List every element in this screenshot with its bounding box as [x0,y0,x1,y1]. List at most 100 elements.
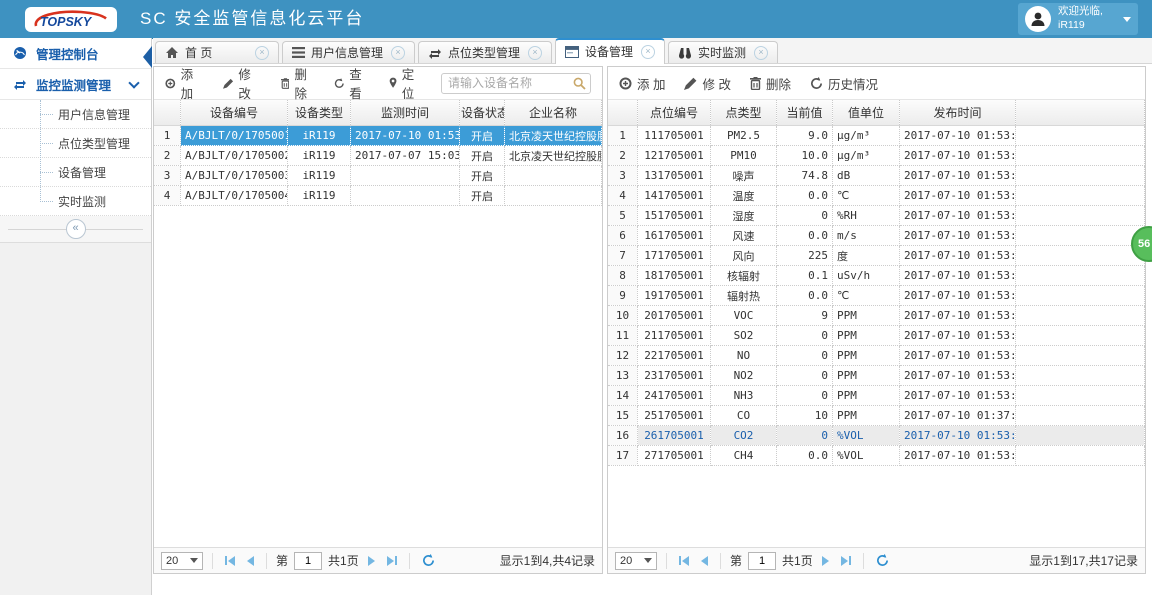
cell[interactable]: PPM [832,305,900,326]
cell[interactable]: 0 [776,345,833,366]
row-number[interactable]: 10 [608,305,638,326]
edit-button[interactable]: 修 改 [684,74,731,93]
cell[interactable]: 0 [776,365,833,386]
cell[interactable]: 74.8 [776,165,833,186]
cell[interactable]: PM10 [710,145,777,166]
cell[interactable]: 191705001 [637,285,711,306]
cell[interactable]: 9 [776,305,833,326]
row-number[interactable]: 3 [608,165,638,186]
cell[interactable]: 0 [776,325,833,346]
close-tab-icon[interactable]: × [255,45,269,60]
table-row[interactable]: 8181705001核辐射0.1uSv/h2017-07-10 01:53:21 [608,265,1145,286]
row-number[interactable]: 8 [608,265,638,286]
search-icon[interactable] [573,77,586,90]
add-button[interactable]: 添 加 [165,64,204,102]
page-number-input[interactable] [748,551,777,570]
cell[interactable]: 0.0 [776,185,833,206]
cell[interactable]: 湿度 [710,205,777,226]
table-row[interactable]: 13231705001NO20PPM2017-07-10 01:53:22 [608,365,1145,386]
cell[interactable]: 0 [776,425,833,446]
column-header[interactable]: 点类型 [710,100,777,126]
cell[interactable] [350,165,460,186]
table-row[interactable]: 14241705001NH30PPM2017-07-10 01:53:21 [608,385,1145,406]
edit-button[interactable]: 修 改 [222,64,262,102]
sidebar-item-point-type[interactable]: 点位类型管理 [0,129,151,158]
first-page-button[interactable] [676,555,692,566]
delete-button[interactable]: 删除 [749,74,791,93]
cell[interactable]: 2017-07-10 01:53:22 [899,205,1016,226]
cell[interactable]: 161705001 [637,225,711,246]
cell[interactable]: CO [710,405,777,426]
cell[interactable]: 0.0 [776,225,833,246]
cell[interactable]: 171705001 [637,245,711,266]
cell[interactable]: uSv/h [832,265,900,286]
close-tab-icon[interactable]: × [641,44,656,59]
cell[interactable]: 2017-07-10 01:53:22 [350,125,460,146]
sidebar-item-user-info[interactable]: 用户信息管理 [0,100,151,129]
table-row[interactable]: 11211705001SO20PPM2017-07-10 01:53:22 [608,325,1145,346]
table-row[interactable]: 4 A/BJLT/0/1705004 iR119 开启 [154,185,602,206]
column-header[interactable]: 设备类型 [287,100,351,126]
cell[interactable]: 度 [832,245,900,266]
tab-device-mgmt[interactable]: 设备管理 × [555,38,666,64]
table-row[interactable]: 16261705001CO20%VOL2017-07-10 01:53:22 [608,425,1145,446]
table-row[interactable]: 4141705001温度0.0℃2017-07-10 01:53:22 [608,185,1145,206]
cell[interactable]: CO2 [710,425,777,446]
column-header[interactable]: 发布时间 [899,100,1016,126]
cell[interactable]: 0 [776,205,833,226]
cell[interactable] [504,185,602,206]
cell[interactable]: 111705001 [637,125,711,146]
cell[interactable]: 241705001 [637,385,711,406]
cell[interactable]: NO2 [710,365,777,386]
cell[interactable]: 0 [776,385,833,406]
cell[interactable]: 北京凌天世纪控股股份有限 [504,145,602,166]
row-number[interactable]: 5 [608,205,638,226]
row-number[interactable]: 2 [154,145,181,166]
row-number[interactable]: 2 [608,145,638,166]
sidebar-item-realtime[interactable]: 实时监测 [0,187,151,216]
table-row[interactable]: 7171705001风向225度2017-07-10 01:53:21 [608,245,1145,266]
table-row[interactable]: 1 111705001 PM2.5 9.0 μg/m³ 2017-07-10 01:53:… [608,125,1145,146]
add-button[interactable]: 添 加 [619,74,665,93]
row-number[interactable]: 4 [154,185,181,206]
row-number[interactable]: 1 [154,125,181,146]
cell[interactable]: 2017-07-10 01:53:22 [899,365,1016,386]
cell[interactable] [350,185,460,206]
column-header[interactable]: 点位编号 [637,100,711,126]
row-number[interactable]: 12 [608,345,638,366]
cell[interactable]: μg/m³ [832,145,900,166]
row-number[interactable]: 17 [608,445,638,466]
cell[interactable]: 风速 [710,225,777,246]
cell[interactable]: 2017-07-10 01:53:21 [899,445,1016,466]
row-number[interactable]: 9 [608,285,638,306]
table-row[interactable]: 3 A/BJLT/0/1705003 iR119 开启 [154,165,602,186]
table-row[interactable]: 17271705001CH40.0%VOL2017-07-10 01:53:21 [608,445,1145,466]
delete-button[interactable]: 删除 [280,64,315,102]
last-page-button[interactable] [384,555,400,566]
cell[interactable]: PM2.5 [710,125,777,146]
cell[interactable]: A/BJLT/0/1705002 [180,145,288,166]
cell[interactable]: m/s [832,225,900,246]
column-header[interactable]: 设备编号 [180,100,288,126]
tab-realtime[interactable]: 实时监测 × [668,41,779,63]
cell[interactable]: 251705001 [637,405,711,426]
cell[interactable]: SO2 [710,325,777,346]
row-number[interactable]: 1 [608,125,638,146]
table-row[interactable]: 3131705001噪声74.8dB2017-07-10 01:53:22 [608,165,1145,186]
sidebar-section-monitoring[interactable]: 监控监测管理 [0,69,151,100]
cell[interactable]: μg/m³ [832,125,900,146]
prev-page-button[interactable] [698,555,711,566]
cell[interactable]: 151705001 [637,205,711,226]
search-input[interactable] [441,72,591,94]
cell[interactable]: CH4 [710,445,777,466]
cell[interactable]: 121705001 [637,145,711,166]
cell[interactable]: 开启 [459,145,505,166]
cell[interactable] [504,165,602,186]
cell[interactable]: iR119 [287,145,351,166]
next-page-button[interactable] [365,555,378,566]
cell[interactable]: ℃ [832,185,900,206]
cell[interactable]: A/BJLT/0/1705001 [180,125,288,146]
sidebar-item-device-mgmt[interactable]: 设备管理 [0,158,151,187]
cell[interactable]: 0.0 [776,445,833,466]
cell[interactable]: ℃ [832,285,900,306]
